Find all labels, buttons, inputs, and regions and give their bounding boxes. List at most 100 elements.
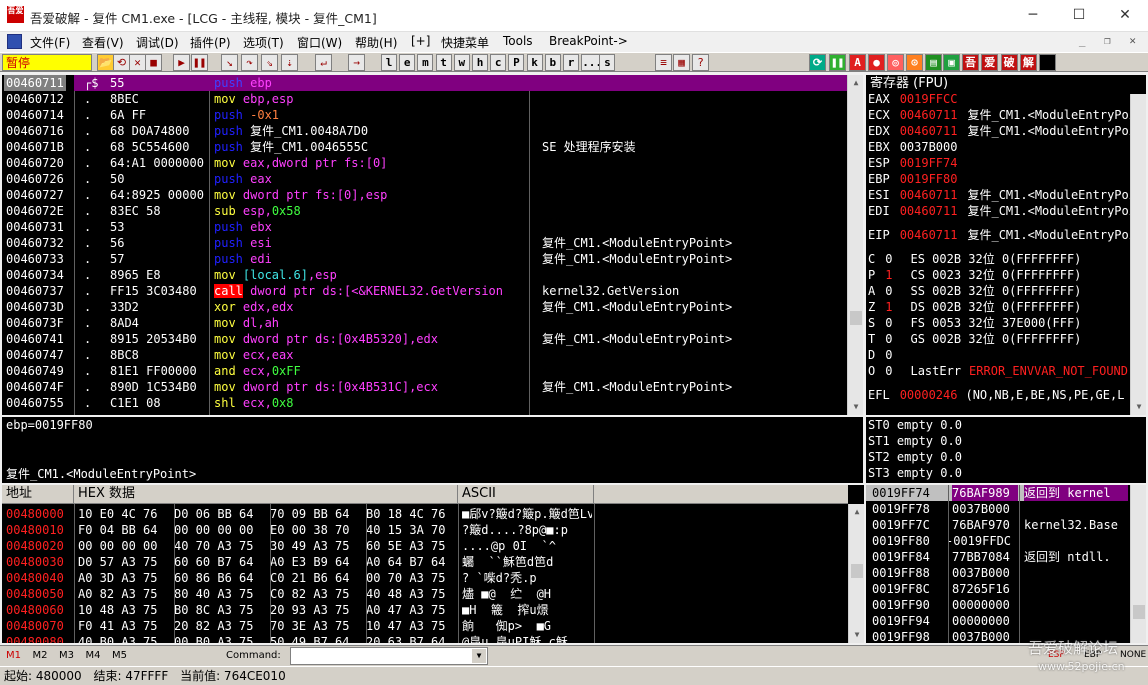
plugin-icon-1[interactable]: ⟳	[809, 54, 826, 71]
disasm-row[interactable]: 0046073D. 33D2 xor edx,edx 复件_CM1.<ModuleEn…	[2, 299, 847, 315]
window-button-m[interactable]: m	[417, 54, 434, 71]
disasm-row[interactable]: 00460727. 64:8925 00000 mov dword ptr fs:[…	[2, 187, 847, 203]
register-row[interactable]: ESI 00460711 复件_CM1.<ModuleEntryPoint>	[868, 187, 1146, 203]
stack-scrollbar[interactable]	[1130, 485, 1146, 643]
dump-hex-group[interactable]: A0 82 A3 75	[78, 586, 157, 602]
disasm-row[interactable]: 00460711 ┌$ 55 push ebp	[2, 75, 847, 91]
scroll-down-icon[interactable]: ▼	[848, 399, 864, 415]
flag-value[interactable]: 1	[885, 268, 892, 282]
disasm-row[interactable]: 0046073F. 8AD4 mov dl,ah	[2, 315, 847, 331]
register-value[interactable]: 0019FF80	[900, 172, 958, 186]
open-icon[interactable]: 📂	[97, 54, 114, 71]
plugin-button-1[interactable]: 吾	[962, 54, 979, 71]
dump-hex-group[interactable]: 60 60 B7 64	[174, 554, 253, 570]
menu-item[interactable]: 快捷菜单	[441, 34, 489, 51]
disasm-row[interactable]: 00460747. 8BC8 mov ecx,eax	[2, 347, 847, 363]
disasm-row[interactable]: 00460741. 8915 20534B0 mov dword ptr ds:[0…	[2, 331, 847, 347]
register-row[interactable]: ECX 00460711 复件_CM1.<ModuleEntryPoint>	[868, 107, 1146, 123]
dump-hex-group[interactable]: C0 21 B6 64	[270, 570, 349, 586]
record-icon[interactable]: ●	[868, 54, 885, 71]
stop-icon[interactable]: ■	[145, 54, 162, 71]
memory-tab-m2[interactable]: M2	[33, 650, 48, 661]
scroll-thumb[interactable]	[850, 311, 862, 325]
stack-value[interactable]: 00000000	[952, 597, 1010, 613]
plugin-button-2[interactable]: 爱	[981, 54, 999, 71]
flag-value[interactable]: 0	[885, 316, 892, 330]
stack-value[interactable]: 87265F16	[952, 581, 1010, 597]
window-button-l[interactable]: l	[381, 54, 397, 71]
dump-hex-group[interactable]: E0 00 38 70	[270, 522, 349, 538]
dump-hex-group[interactable]: 40 15 3A 70	[366, 522, 445, 538]
dump-hex-group[interactable]: 70 09 BB 64	[270, 506, 349, 522]
dump-hex-group[interactable]: 20 93 A3 75	[270, 602, 349, 618]
flag-row[interactable]: P 1 CS 0023 32位 0(FFFFFFFF)	[868, 267, 1081, 283]
dump-hex-group[interactable]: 60 5E A3 75	[366, 538, 445, 554]
goto-icon[interactable]: →	[348, 54, 365, 71]
disasm-row[interactable]: 0046071B. 68 5C554600 push 复件_CM1.0046555C…	[2, 139, 847, 155]
dump-hex-group[interactable]: C0 82 A3 75	[270, 586, 349, 602]
dump-header-address[interactable]: 地址	[2, 485, 74, 504]
disasm-row[interactable]: 00460755. C1E1 08 shl ecx,0x8	[2, 395, 847, 411]
disasm-row[interactable]: 00460731. 53 push ebx	[2, 219, 847, 235]
close-button[interactable]: ✕	[1102, 0, 1148, 32]
dump-hex-group[interactable]: D0 57 A3 75	[78, 554, 157, 570]
plugin-button-a[interactable]: A	[849, 54, 866, 71]
menu-item[interactable]: 文件(F)	[30, 34, 70, 51]
menu-item[interactable]: [+]	[411, 34, 430, 48]
menu-item[interactable]: 查看(V)	[82, 34, 124, 51]
execute-till-return-icon[interactable]: ↵	[315, 54, 332, 71]
register-row-efl[interactable]: EFL 00000246 (NO,NB,E,BE,NS,PE,GE,L	[868, 387, 1124, 403]
restart-icon[interactable]: ⟲	[113, 54, 130, 71]
register-row[interactable]: EBP 0019FF80	[868, 171, 967, 187]
scroll-up-icon[interactable]: ▲	[848, 75, 864, 91]
dump-hex-group[interactable]: 00 B0 A3 75	[174, 634, 253, 643]
run-icon[interactable]: ▶	[173, 54, 190, 71]
black-box-icon[interactable]	[1039, 54, 1056, 71]
chevron-down-icon[interactable]: ▼	[472, 649, 486, 663]
stack-value[interactable]: 00000000	[952, 613, 1010, 629]
register-row-eip[interactable]: EIP 00460711 复件_CM1.<ModuleEntryPoint>	[868, 227, 1146, 243]
register-value[interactable]: 00460711	[900, 204, 958, 218]
dump-hex-group[interactable]: 00 00 00 00	[174, 522, 253, 538]
registers-pane[interactable]: 寄存器 (FPU) EAX 0019FFCC ECX 00460711 复件_CM1.<…	[866, 75, 1146, 415]
window-button-t[interactable]: t	[435, 54, 452, 71]
flag-row[interactable]: T 0 GS 002B 32位 0(FFFFFFFF)	[868, 331, 1081, 347]
step-into-icon[interactable]: ↘	[221, 54, 238, 71]
dump-hex-group[interactable]: A0 47 A3 75	[366, 602, 445, 618]
flag-value[interactable]: 1	[885, 300, 892, 314]
scroll-down-icon[interactable]: ▼	[1131, 399, 1147, 415]
window-button-P[interactable]: P	[508, 54, 525, 71]
flag-value[interactable]: 0	[885, 348, 892, 362]
minimize-button[interactable]: ─	[1010, 0, 1056, 32]
command-input[interactable]: ▼	[290, 647, 488, 665]
flag-value[interactable]: 0	[885, 332, 892, 346]
register-row[interactable]: EAX 0019FFCC	[868, 91, 967, 107]
disasm-row[interactable]: 0046072E. 83EC 58 sub esp,0x58	[2, 203, 847, 219]
flag-value[interactable]: 0	[885, 252, 892, 266]
step-over-icon[interactable]: ↷	[241, 54, 258, 71]
dump-hex-group[interactable]: 10 E0 4C 76	[78, 506, 157, 522]
dump-hex-group[interactable]: 70 3E A3 75	[270, 618, 349, 634]
window-button-r[interactable]: r	[563, 54, 579, 71]
memory-tab-m5[interactable]: M5	[112, 650, 127, 661]
dump-hex-group[interactable]: 60 86 B6 64	[174, 570, 253, 586]
scroll-down-icon[interactable]: ▼	[849, 627, 864, 643]
dump-scrollbar[interactable]: ▲ ▼	[848, 504, 864, 643]
flag-row[interactable]: O 0 LastErr ERROR_ENVVAR_NOT_FOUND	[868, 363, 1128, 379]
disasm-row[interactable]: 00460737. FF15 3C03480 call dword ptr ds:[…	[2, 283, 847, 299]
disasm-row[interactable]: 00460720. 64:A1 0000000 mov eax,dword ptr …	[2, 155, 847, 171]
disasm-row[interactable]: 00460726. 50 push eax	[2, 171, 847, 187]
disasm-row[interactable]: 00460732. 56 push esi 复件_CM1.<ModuleEntryPo…	[2, 235, 847, 251]
window-button-h[interactable]: h	[472, 54, 488, 71]
window-button-e[interactable]: e	[399, 54, 416, 71]
dump-hex-group[interactable]: F0 41 A3 75	[78, 618, 157, 634]
register-value[interactable]: 00460711	[900, 108, 958, 122]
dump-hex-group[interactable]: F0 04 BB 64	[78, 522, 157, 538]
dump-hex-group[interactable]: 20 63 B7 64	[366, 634, 445, 643]
stack-pane[interactable]: 0019FF74 76BAF989 返回到 kernel 0019FF78 0037B0…	[866, 485, 1146, 643]
register-value[interactable]: 0019FF74	[900, 156, 958, 170]
menu-item[interactable]: Tools	[503, 34, 533, 48]
dump-hex-group[interactable]: A0 E3 B9 64	[270, 554, 349, 570]
register-row[interactable]: EDX 00460711 复件_CM1.<ModuleEntryPoint>	[868, 123, 1146, 139]
stack-value[interactable]: 76BAF989	[952, 485, 1018, 501]
